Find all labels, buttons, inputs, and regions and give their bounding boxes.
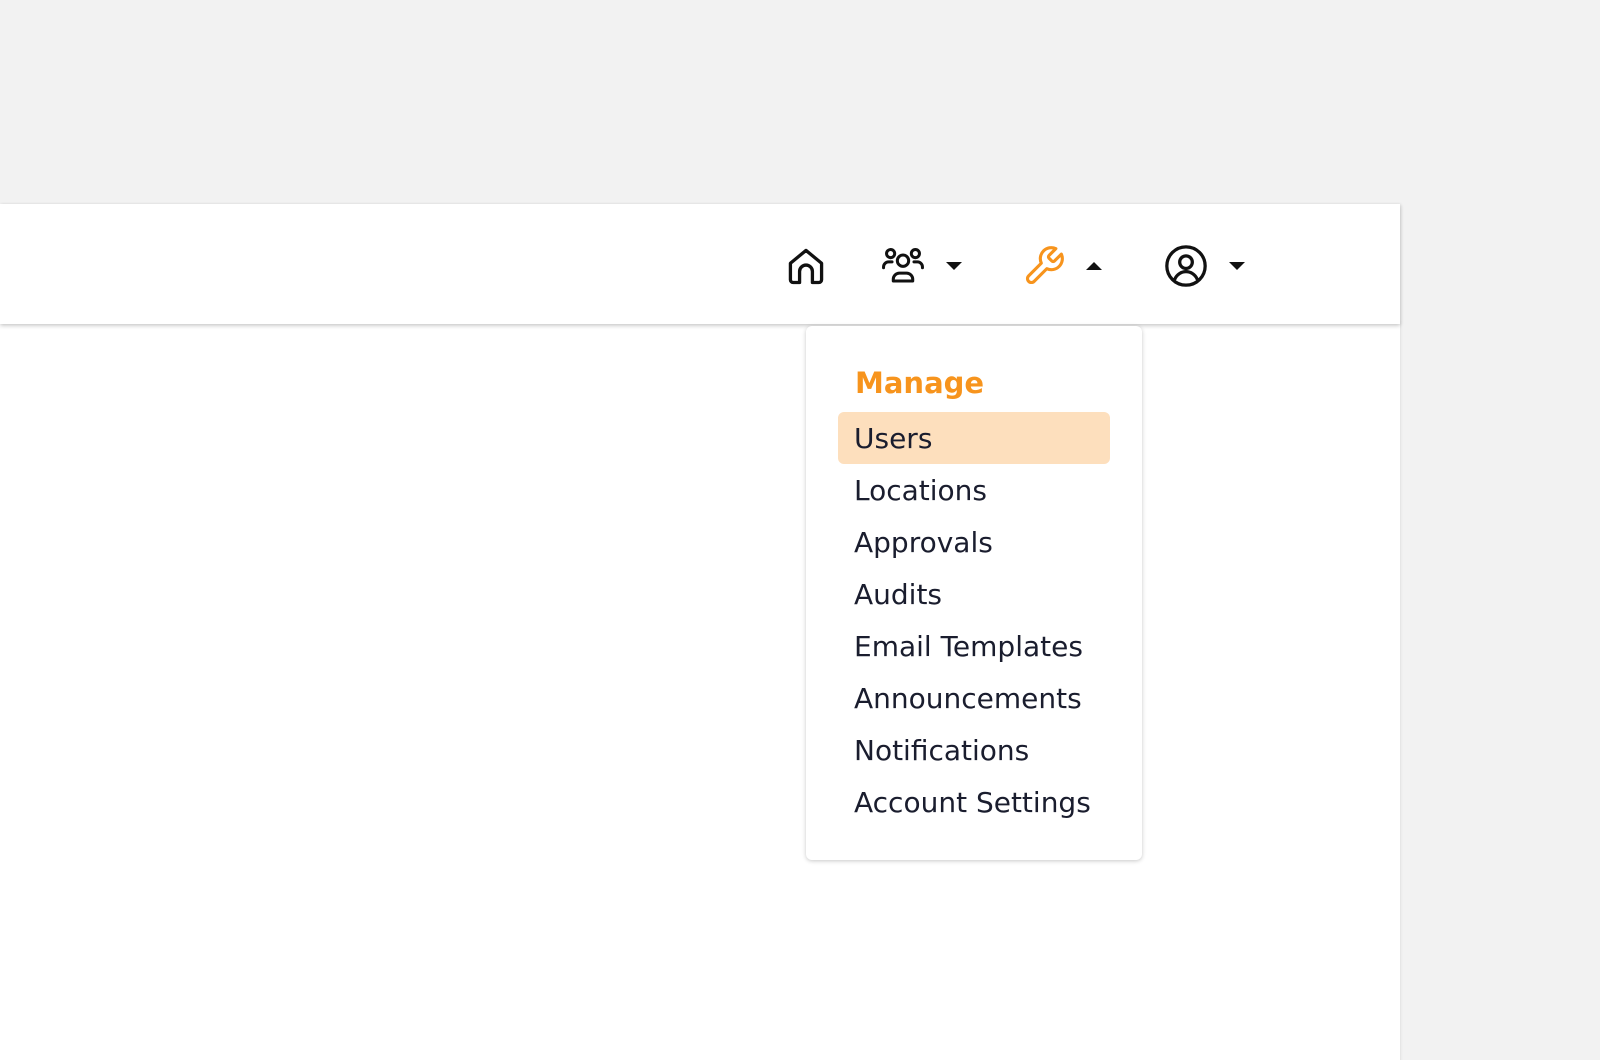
manage-menu-button[interactable] xyxy=(1022,240,1102,292)
menu-item-notifications[interactable]: Notifications xyxy=(838,724,1110,776)
manage-dropdown-menu: Manage Users Locations Approvals Audits … xyxy=(806,326,1142,860)
user-circle-icon xyxy=(1165,245,1207,287)
main-content-area xyxy=(0,322,1400,1060)
top-navigation-bar xyxy=(0,204,1400,324)
menu-item-approvals[interactable]: Approvals xyxy=(838,516,1110,568)
users-menu-button[interactable] xyxy=(880,240,962,292)
manage-menu-list: Users Locations Approvals Audits Email T… xyxy=(838,412,1110,828)
menu-item-announcements[interactable]: Announcements xyxy=(838,672,1110,724)
chevron-up-icon xyxy=(1086,262,1102,270)
chevron-down-icon xyxy=(946,262,962,270)
menu-item-users[interactable]: Users xyxy=(838,412,1110,464)
menu-item-email-templates[interactable]: Email Templates xyxy=(838,620,1110,672)
wrench-icon xyxy=(1025,246,1064,285)
menu-item-audits[interactable]: Audits xyxy=(838,568,1110,620)
home-button[interactable] xyxy=(784,240,828,292)
dropdown-heading: Manage xyxy=(855,366,985,400)
app-stage: Manage Users Locations Approvals Audits … xyxy=(0,0,1600,1060)
menu-item-account-settings[interactable]: Account Settings xyxy=(838,776,1110,828)
users-group-icon xyxy=(882,248,924,283)
home-icon xyxy=(788,248,824,285)
account-menu-button[interactable] xyxy=(1163,240,1245,292)
menu-item-locations[interactable]: Locations xyxy=(838,464,1110,516)
chevron-down-icon xyxy=(1229,262,1245,270)
